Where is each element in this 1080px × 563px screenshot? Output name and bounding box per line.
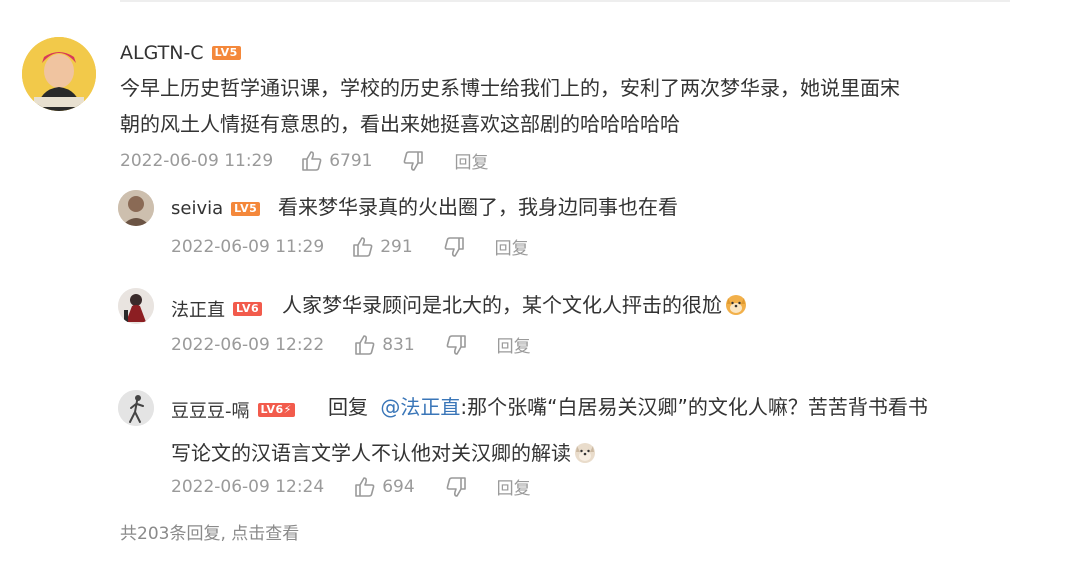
reply-text: 回复 @法正直:那个张嘴“白居易关汉卿”的文化人嘛？苦苦背书看书	[328, 389, 1028, 425]
comment-text-line: 今早上历史哲学通识课，学校的历史系博士给我们上的，安利了两次梦华录，她说里面宋	[120, 76, 900, 100]
dislike-icon[interactable]	[402, 150, 424, 172]
reply-text-line: 写论文的汉语言文学人不认他对关汉卿的解读	[171, 441, 571, 465]
dislike-icon[interactable]	[443, 236, 465, 258]
comment-text: 今早上历史哲学通识课，学校的历史系博士给我们上的，安利了两次梦华录，她说里面宋 …	[120, 70, 1020, 142]
timestamp: 2022-06-09 12:22	[171, 334, 325, 355]
reply-prefix: 回复	[328, 395, 368, 419]
like-count: 694	[382, 476, 415, 497]
reply-text: 看来梦华录真的火出圈了，我身边同事也在看	[278, 195, 678, 219]
mention-link[interactable]: @法正直	[380, 395, 460, 419]
username[interactable]: 豆豆豆-嗝	[171, 397, 250, 423]
avatar[interactable]	[118, 288, 154, 324]
reply-text-content: 人家梦华录顾问是北大的，某个文化人抨击的很尬	[282, 293, 722, 317]
doge-emoji-icon	[724, 291, 748, 327]
like-icon[interactable]	[352, 236, 374, 258]
reply-text-line: :那个张嘴“白居易关汉卿”的文化人嘛？苦苦背书看书	[460, 395, 928, 419]
like-icon[interactable]	[354, 334, 376, 356]
view-all-replies-link[interactable]: 共203条回复, 点击查看	[120, 519, 299, 544]
reply-text-continued: 写论文的汉语言文学人不认他对关汉卿的解读	[171, 435, 597, 475]
reply-button[interactable]: 回复	[497, 474, 531, 499]
level-badge: LV6	[233, 302, 263, 316]
timestamp: 2022-06-09 11:29	[171, 236, 325, 257]
top-divider	[120, 0, 1010, 2]
like-count: 291	[380, 236, 413, 257]
like-count: 6791	[329, 150, 373, 171]
reply-text: 人家梦华录顾问是北大的，某个文化人抨击的很尬	[282, 287, 748, 327]
level-badge: LV5	[231, 201, 261, 216]
timestamp: 2022-06-09 11:29	[120, 150, 274, 171]
level-badge: LV6⚡	[257, 403, 295, 417]
doge-emoji-icon	[573, 439, 597, 475]
reply-button[interactable]: 回复	[454, 148, 488, 173]
dislike-icon[interactable]	[445, 334, 467, 356]
username[interactable]: seivia	[171, 198, 223, 219]
like-icon[interactable]	[354, 476, 376, 498]
level-badge: LV5	[211, 46, 241, 60]
like-icon[interactable]	[301, 150, 323, 172]
timestamp: 2022-06-09 12:24	[171, 476, 325, 497]
reply-button[interactable]: 回复	[495, 234, 529, 259]
avatar[interactable]	[22, 37, 96, 111]
like-count: 831	[382, 334, 415, 355]
username[interactable]: 法正直	[171, 296, 225, 322]
dislike-icon[interactable]	[445, 476, 467, 498]
comment-text-line: 朝的风土人情挺有意思的，看出来她挺喜欢这部剧的哈哈哈哈哈	[120, 112, 680, 136]
avatar[interactable]	[118, 190, 154, 226]
avatar[interactable]	[118, 390, 154, 426]
username[interactable]: ALGTN-C	[120, 42, 204, 64]
reply-button[interactable]: 回复	[497, 332, 531, 357]
